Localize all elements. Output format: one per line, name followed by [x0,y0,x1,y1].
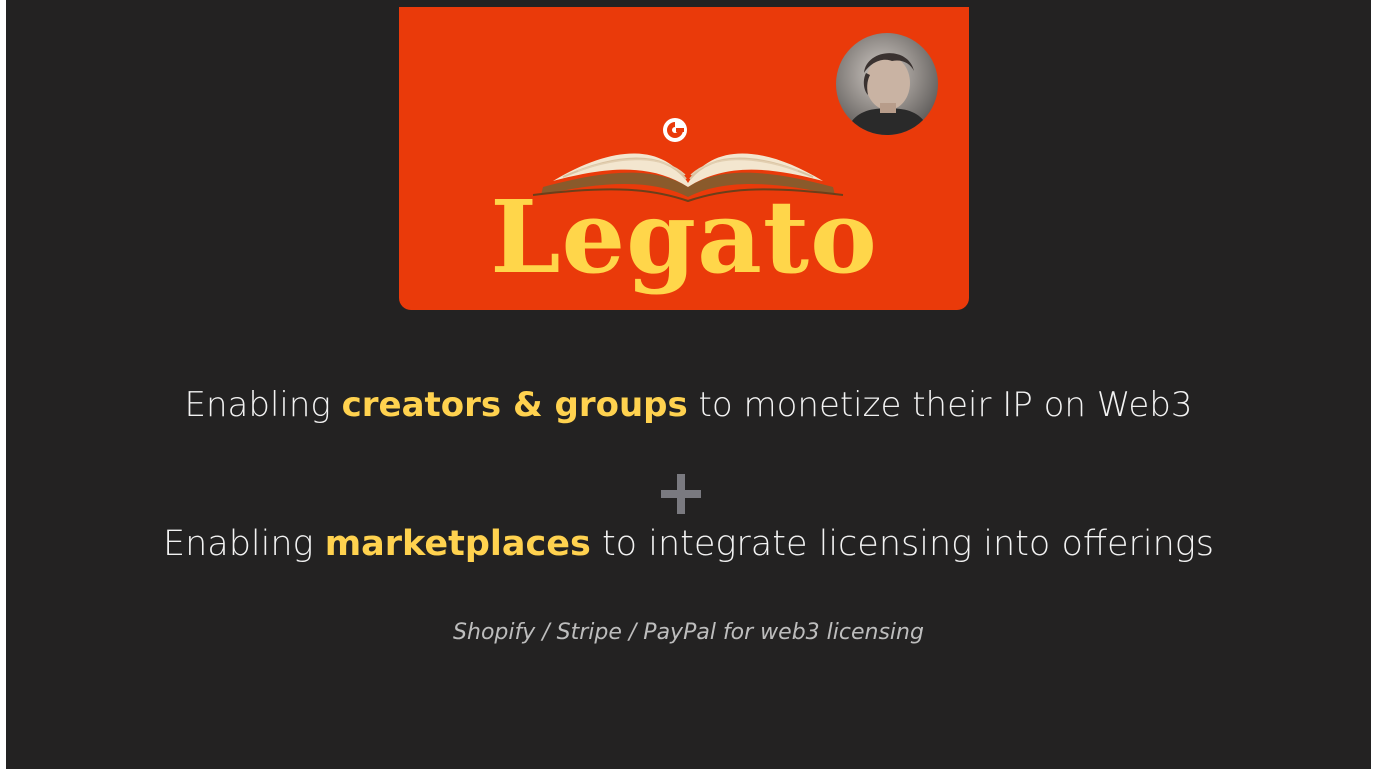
value-prop-line-2: Enabling marketplaces to integrate licen… [6,519,1371,569]
line-2-highlight: marketplaces [324,524,591,564]
slide: Legato Enabling creators & groups to mon… [6,0,1371,769]
avatar-portrait-icon [846,53,930,135]
line-1-prefix: Enabling [184,385,342,425]
line-1-highlight: creators & groups [341,385,688,425]
line-1-suffix: to monetize their IP on Web3 [687,385,1193,425]
value-prop-line-1: Enabling creators & groups to monetize t… [6,381,1371,429]
plus-icon [661,474,701,514]
legato-wordmark: Legato [490,178,878,296]
line-2-suffix: to integrate licensing into offerings [590,524,1215,564]
legato-logo-card: Legato [399,7,969,310]
line-2-prefix: Enabling [162,524,325,564]
tagline: Shopify / Stripe / PayPal for web3 licen… [453,620,924,645]
presenter-avatar [836,33,938,135]
